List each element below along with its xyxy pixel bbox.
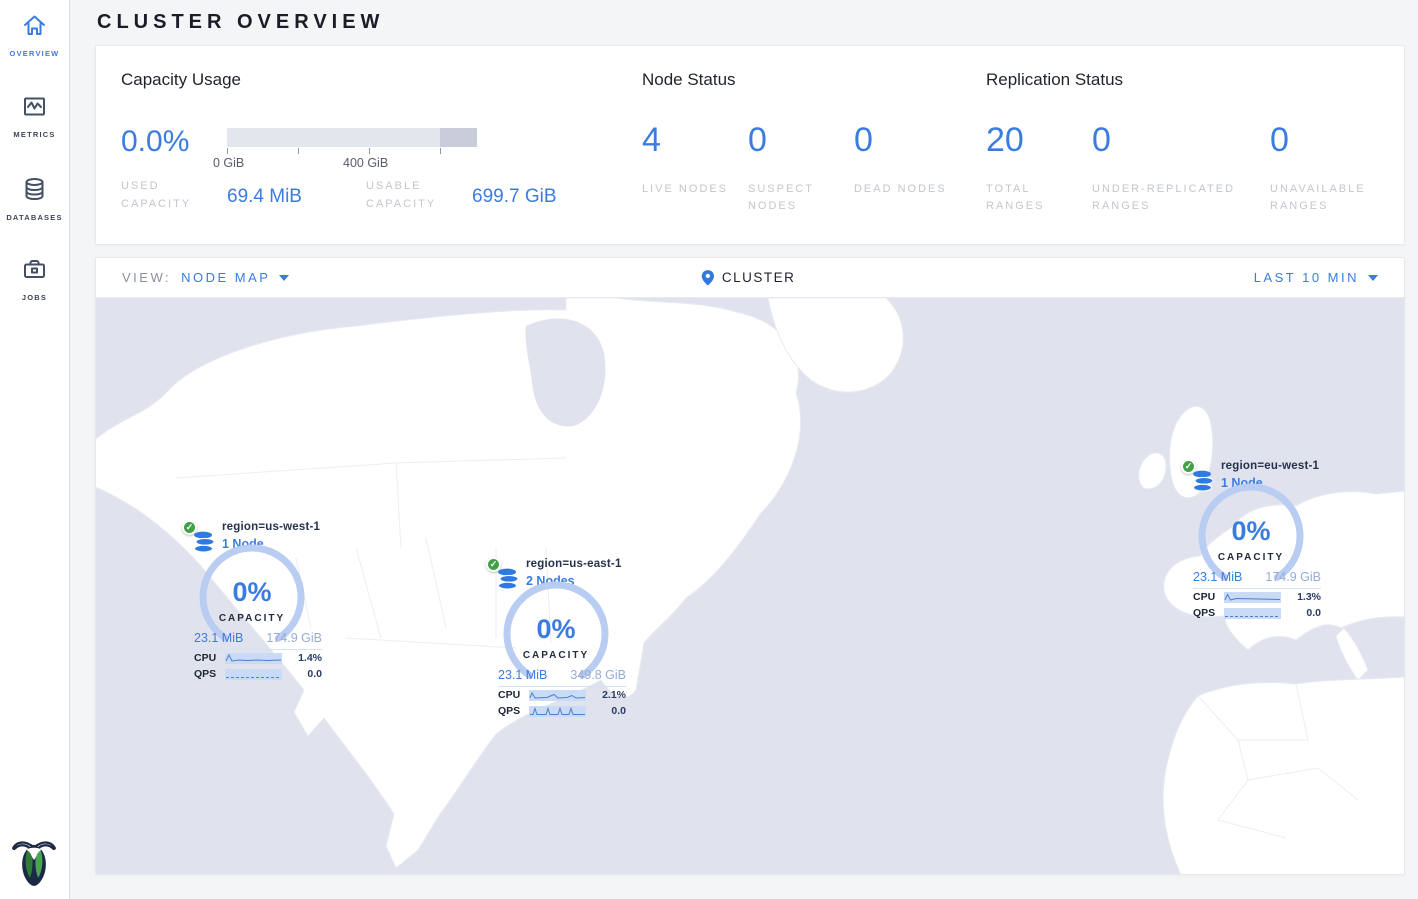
sidebar-item-metrics[interactable]: METRICS xyxy=(0,93,69,139)
capacity-usage-section: Capacity Usage 0.0% 0 GiB 400 GiB USED C… xyxy=(121,70,642,244)
sidebar-item-label: OVERVIEW xyxy=(0,49,69,58)
home-icon xyxy=(21,12,48,44)
usable-capacity-value: 699.7 GiB xyxy=(472,176,557,213)
capacity-percent: 0% xyxy=(1195,516,1307,547)
capacity-percent: 0% xyxy=(500,614,612,645)
node-map-marker-us-east-1[interactable]: ✓ region=us-east-1 2 Nodes 0% CAPACITY xyxy=(486,557,638,725)
capacity-percent: 0% xyxy=(196,577,308,608)
node-map-marker-eu-west-1[interactable]: ✓ region=eu-west-1 1 Node 0% CAPACITY xyxy=(1181,459,1333,627)
capacity-total-value: 349.8 GiB xyxy=(570,668,626,682)
unavailable-ranges-label: UNAVAILABLE RANGES xyxy=(1270,181,1376,216)
replication-status-title: Replication Status xyxy=(986,70,1376,90)
qps-sparkline xyxy=(529,706,586,717)
sidebar-item-label: DATABASES xyxy=(0,213,69,222)
live-nodes-label: LIVE NODES xyxy=(642,181,748,199)
capacity-used-value: 23.1 MiB xyxy=(1193,570,1242,584)
used-capacity-label: USED CAPACITY xyxy=(121,176,227,213)
capacity-bar-reserved-segment xyxy=(440,128,477,147)
sidebar-item-label: JOBS xyxy=(0,293,69,302)
capacity-used-percent: 0.0% xyxy=(121,123,227,159)
sidebar-item-databases[interactable]: DATABASES xyxy=(0,176,69,222)
breadcrumb-cluster: CLUSTER xyxy=(722,270,796,285)
cpu-label: CPU xyxy=(1193,591,1224,603)
page-title: CLUSTER OVERVIEW xyxy=(71,0,1418,45)
breadcrumb[interactable]: CLUSTER xyxy=(701,269,796,286)
cockroachdb-logo xyxy=(11,834,57,893)
suspect-nodes-value: 0 xyxy=(748,123,854,159)
total-ranges-label: TOTAL RANGES xyxy=(986,181,1092,216)
qps-value: 0.0 xyxy=(1306,607,1321,619)
capacity-label: CAPACITY xyxy=(500,650,612,661)
total-ranges-value: 20 xyxy=(986,123,1092,159)
sidebar-item-overview[interactable]: OVERVIEW xyxy=(0,12,69,58)
cpu-value: 2.1% xyxy=(602,689,626,701)
cluster-summary-panel: Capacity Usage 0.0% 0 GiB 400 GiB USED C… xyxy=(95,45,1405,245)
node-status-title: Node Status xyxy=(642,70,986,90)
capacity-axis-tick-400: 400 GiB xyxy=(343,156,388,170)
metrics-icon xyxy=(21,93,48,125)
region-label: region=us-east-1 xyxy=(526,558,622,570)
time-range-value: LAST 10 MIN xyxy=(1254,270,1359,285)
qps-value: 0.0 xyxy=(611,705,626,717)
sidebar-item-jobs[interactable]: JOBS xyxy=(0,256,69,302)
sidebar: OVERVIEW METRICS DATABASES xyxy=(0,0,70,899)
cpu-sparkline xyxy=(529,690,586,701)
time-range-dropdown[interactable]: LAST 10 MIN xyxy=(1254,270,1378,285)
cpu-value: 1.3% xyxy=(1297,591,1321,603)
capacity-bar: 0 GiB 400 GiB xyxy=(227,123,477,159)
capacity-total-value: 174.9 GiB xyxy=(266,631,322,645)
map-toolbar: VIEW: NODE MAP CLUSTER LAST 10 MIN xyxy=(96,258,1404,298)
dead-nodes-value: 0 xyxy=(854,123,960,159)
dead-nodes-label: DEAD NODES xyxy=(854,181,960,199)
usable-capacity-label: USABLE CAPACITY xyxy=(366,176,472,213)
suspect-nodes-label: SUSPECT NODES xyxy=(748,181,854,216)
qps-sparkline xyxy=(1224,608,1281,619)
cpu-value: 1.4% xyxy=(298,652,322,664)
chevron-down-icon xyxy=(279,275,289,281)
databases-icon xyxy=(21,176,48,208)
view-label: VIEW: xyxy=(122,270,171,285)
capacity-total-value: 174.9 GiB xyxy=(1265,570,1321,584)
qps-value: 0.0 xyxy=(307,668,322,680)
chevron-down-icon xyxy=(1368,275,1378,281)
qps-label: QPS xyxy=(194,668,225,680)
map-pin-icon xyxy=(701,269,715,286)
node-map[interactable]: ✓ region=us-west-1 1 Node 0% CAPACITY xyxy=(96,298,1405,875)
capacity-usage-title: Capacity Usage xyxy=(121,70,642,90)
node-map-panel: VIEW: NODE MAP CLUSTER LAST 10 MIN xyxy=(95,257,1405,875)
capacity-axis-tick-0: 0 GiB xyxy=(213,156,244,170)
qps-label: QPS xyxy=(498,705,529,717)
cpu-label: CPU xyxy=(194,652,225,664)
under-replicated-ranges-value: 0 xyxy=(1092,123,1270,159)
qps-sparkline xyxy=(225,669,282,680)
live-nodes-value: 4 xyxy=(642,123,748,159)
view-selector-value: NODE MAP xyxy=(181,270,270,285)
capacity-used-value: 23.1 MiB xyxy=(194,631,243,645)
jobs-icon xyxy=(21,256,48,288)
qps-label: QPS xyxy=(1193,607,1224,619)
node-map-marker-us-west-1[interactable]: ✓ region=us-west-1 1 Node 0% CAPACITY xyxy=(182,520,334,688)
capacity-label: CAPACITY xyxy=(1195,552,1307,563)
cpu-sparkline xyxy=(1224,592,1281,603)
sidebar-item-label: METRICS xyxy=(0,130,69,139)
cpu-sparkline xyxy=(225,653,282,664)
cpu-label: CPU xyxy=(498,689,529,701)
view-selector-dropdown[interactable]: NODE MAP xyxy=(181,270,289,285)
replication-status-section: Replication Status 20 TOTAL RANGES 0 UND… xyxy=(986,70,1376,244)
under-replicated-ranges-label: UNDER-REPLICATED RANGES xyxy=(1092,181,1242,216)
region-label: region=us-west-1 xyxy=(222,521,320,533)
node-status-section: Node Status 4 LIVE NODES 0 SUSPECT NODES… xyxy=(642,70,986,244)
unavailable-ranges-value: 0 xyxy=(1270,123,1376,159)
capacity-used-value: 23.1 MiB xyxy=(498,668,547,682)
used-capacity-value: 69.4 MiB xyxy=(227,176,366,213)
region-label: region=eu-west-1 xyxy=(1221,460,1319,472)
capacity-label: CAPACITY xyxy=(196,613,308,624)
